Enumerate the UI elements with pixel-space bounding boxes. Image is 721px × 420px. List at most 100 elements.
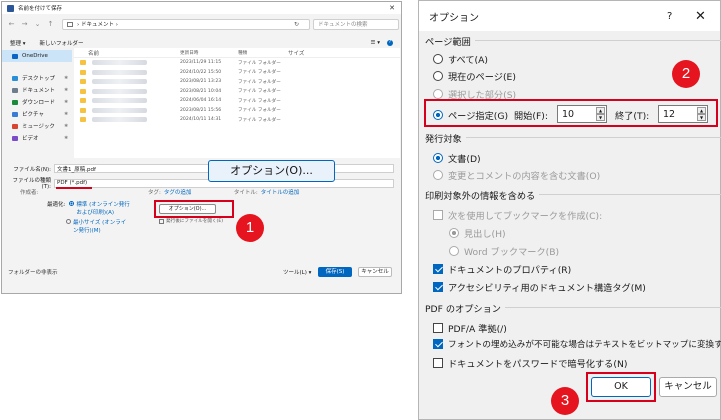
optimize-minimum-text: 最小サイズ (オンライン発行)(M) (73, 220, 127, 234)
table-row[interactable]: 2023/08/21 10:04 ファイル フォルダー (74, 87, 400, 97)
close-icon[interactable]: ✕ (695, 9, 706, 24)
table-row[interactable]: 2024/10/11 14:31 ファイル フォルダー (74, 115, 400, 125)
optimize-minimum-option[interactable]: 最小サイズ (オンライン発行)(M) (66, 218, 134, 234)
optimize-minimum-radio[interactable] (66, 218, 71, 224)
file-name-cell (74, 88, 180, 94)
create-bookmarks-option: 次を使用してブックマークを作成(C): (433, 208, 602, 222)
refresh-icon[interactable]: ↻ (294, 21, 299, 28)
open-after-publish-checkbox[interactable] (159, 218, 164, 224)
optimize-label: 最適化: (47, 202, 66, 208)
ok-button[interactable]: OK (591, 377, 651, 397)
pin-icon[interactable]: ✱ (64, 136, 68, 141)
view-menu[interactable]: ☰ ▾ (371, 40, 380, 46)
pdfa-checkbox[interactable] (433, 323, 443, 333)
open-after-publish-option[interactable]: 発行後にファイルを開く(E) (159, 218, 223, 224)
hide-folders-toggle[interactable]: フォルダーの非表示 (8, 268, 58, 276)
encrypt-option[interactable]: ドキュメントをパスワードで暗号化する(N) (433, 356, 627, 370)
encrypt-checkbox[interactable] (433, 358, 443, 368)
close-icon[interactable]: ✕ (389, 4, 395, 12)
file-date-cell: 2023/08/21 15:56 (180, 107, 222, 113)
forward-arrow-icon[interactable]: → (21, 20, 28, 28)
title-input[interactable]: タイトルの追加 (261, 188, 300, 196)
nav-item[interactable]: ピクチャ ✱ (2, 108, 72, 120)
file-name-cell (74, 60, 180, 66)
page-range-current-option[interactable]: 現在のページ(E) (433, 69, 516, 83)
nav-item[interactable]: OneDrive (2, 50, 72, 62)
file-name-cell (74, 79, 180, 85)
accessibility-tags-option[interactable]: アクセシビリティ用のドキュメント構造タグ(M) (433, 280, 646, 294)
address-bar-row: ← → ⌄ ↑ › ドキュメント › ↻ ドキュメントの検索 (2, 16, 401, 32)
optimize-standard-option[interactable]: 最適化: 標準 (オンライン発行および印刷)(A) (47, 200, 134, 216)
organize-menu[interactable]: 整理 ▾ (10, 39, 26, 47)
address-path[interactable]: › ドキュメント › (62, 18, 310, 30)
spin-up-icon[interactable]: ▲ (596, 107, 605, 114)
pin-icon[interactable]: ✱ (64, 124, 68, 129)
to-page-input[interactable]: 12 ▲ ▼ (658, 105, 708, 123)
bitmap-text-option[interactable]: フォントの埋め込みが不可能な場合はテキストをビットマップに変換する(X) (433, 338, 721, 350)
page-range-all-radio[interactable] (433, 54, 443, 64)
nav-item[interactable]: ビデオ ✱ (2, 132, 72, 144)
optimize-standard-radio[interactable] (69, 200, 75, 206)
cancel-button[interactable]: キャンセル (659, 377, 717, 397)
page-range-pages-option[interactable]: ページ指定(G) (433, 108, 508, 122)
pin-icon[interactable]: ✱ (64, 100, 68, 105)
publish-document-option[interactable]: 文書(D) (433, 151, 481, 165)
document-properties-option[interactable]: ドキュメントのプロパティ(R) (433, 262, 571, 276)
column-date[interactable]: 更新日時 (180, 50, 238, 56)
spin-up-icon[interactable]: ▲ (697, 107, 706, 114)
spin-down-icon[interactable]: ▼ (697, 114, 706, 121)
file-name-cell (74, 117, 180, 123)
nav-item[interactable]: ミュージック ✱ (2, 120, 72, 132)
tag-input[interactable]: タグの追加 (164, 188, 234, 196)
column-type[interactable]: 種類 (238, 50, 288, 56)
help-icon[interactable]: ? (667, 11, 672, 22)
page-range-pages-radio[interactable] (433, 110, 443, 120)
cancel-button[interactable]: キャンセル (358, 267, 392, 277)
tools-menu[interactable]: ツール(L) ▾ (283, 268, 311, 276)
from-page-input[interactable]: 10 ▲ ▼ (557, 105, 607, 123)
nav-item-icon (12, 99, 18, 105)
to-page-spinner[interactable]: ▲ ▼ (697, 107, 706, 121)
from-page-value: 10 (562, 108, 575, 120)
file-date-cell: 2024/10/22 15:50 (180, 69, 222, 75)
page-range-all-option[interactable]: すべて(A) (433, 52, 488, 66)
nav-item[interactable]: デスクトップ ✱ (2, 72, 72, 84)
table-row[interactable]: 2024/06/04 16:14 ファイル フォルダー (74, 96, 400, 106)
column-name[interactable]: 名前 (74, 49, 180, 57)
redacted-name (92, 107, 147, 113)
recent-chevron-icon[interactable]: ⌄ (34, 20, 41, 28)
search-input[interactable]: ドキュメントの検索 (313, 18, 399, 30)
accessibility-tags-checkbox[interactable] (433, 282, 443, 292)
up-arrow-icon[interactable]: ↑ (47, 20, 54, 28)
accessibility-tags-label: アクセシビリティ用のドキュメント構造タグ(M) (448, 283, 646, 294)
help-icon[interactable]: ? (387, 40, 393, 46)
page-range-current-label: 現在のページ(E) (448, 72, 516, 83)
bookmark-word-option: Word ブックマーク(B) (449, 244, 559, 258)
pin-icon[interactable]: ✱ (64, 112, 68, 117)
table-row[interactable]: 2023/11/29 11:15 ファイル フォルダー (74, 58, 400, 68)
publish-document-label: 文書(D) (448, 154, 481, 165)
file-date-cell: 2024/10/11 14:31 (180, 117, 222, 123)
nav-item[interactable]: ダウンロード ✱ (2, 96, 72, 108)
nav-item-label: ビデオ (22, 136, 39, 142)
pdfa-option[interactable]: PDF/A 準拠(/) (433, 321, 507, 335)
table-row[interactable]: 2023/08/21 13:23 ファイル フォルダー (74, 77, 400, 87)
spin-down-icon[interactable]: ▼ (596, 114, 605, 121)
table-row[interactable]: 2024/10/22 15:50 ファイル フォルダー (74, 68, 400, 78)
bitmap-text-checkbox[interactable] (433, 339, 443, 349)
document-properties-checkbox[interactable] (433, 264, 443, 274)
table-row[interactable]: 2023/08/21 15:56 ファイル フォルダー (74, 106, 400, 116)
save-button[interactable]: 保存(S) (318, 267, 352, 277)
pin-icon[interactable]: ✱ (64, 88, 68, 93)
nav-item[interactable]: ドキュメント ✱ (2, 84, 72, 96)
options-button[interactable]: オプション(O)... (159, 204, 216, 214)
publish-markup-radio (433, 170, 443, 180)
back-arrow-icon[interactable]: ← (8, 20, 15, 28)
new-folder-button[interactable]: 新しいフォルダー (40, 39, 84, 47)
from-page-spinner[interactable]: ▲ ▼ (596, 107, 605, 121)
page-range-current-radio[interactable] (433, 71, 443, 81)
column-size[interactable]: サイズ (288, 49, 328, 57)
pdf-options-heading: PDF のオプション (425, 301, 721, 315)
publish-document-radio[interactable] (433, 153, 443, 163)
pin-icon[interactable]: ✱ (64, 76, 68, 81)
